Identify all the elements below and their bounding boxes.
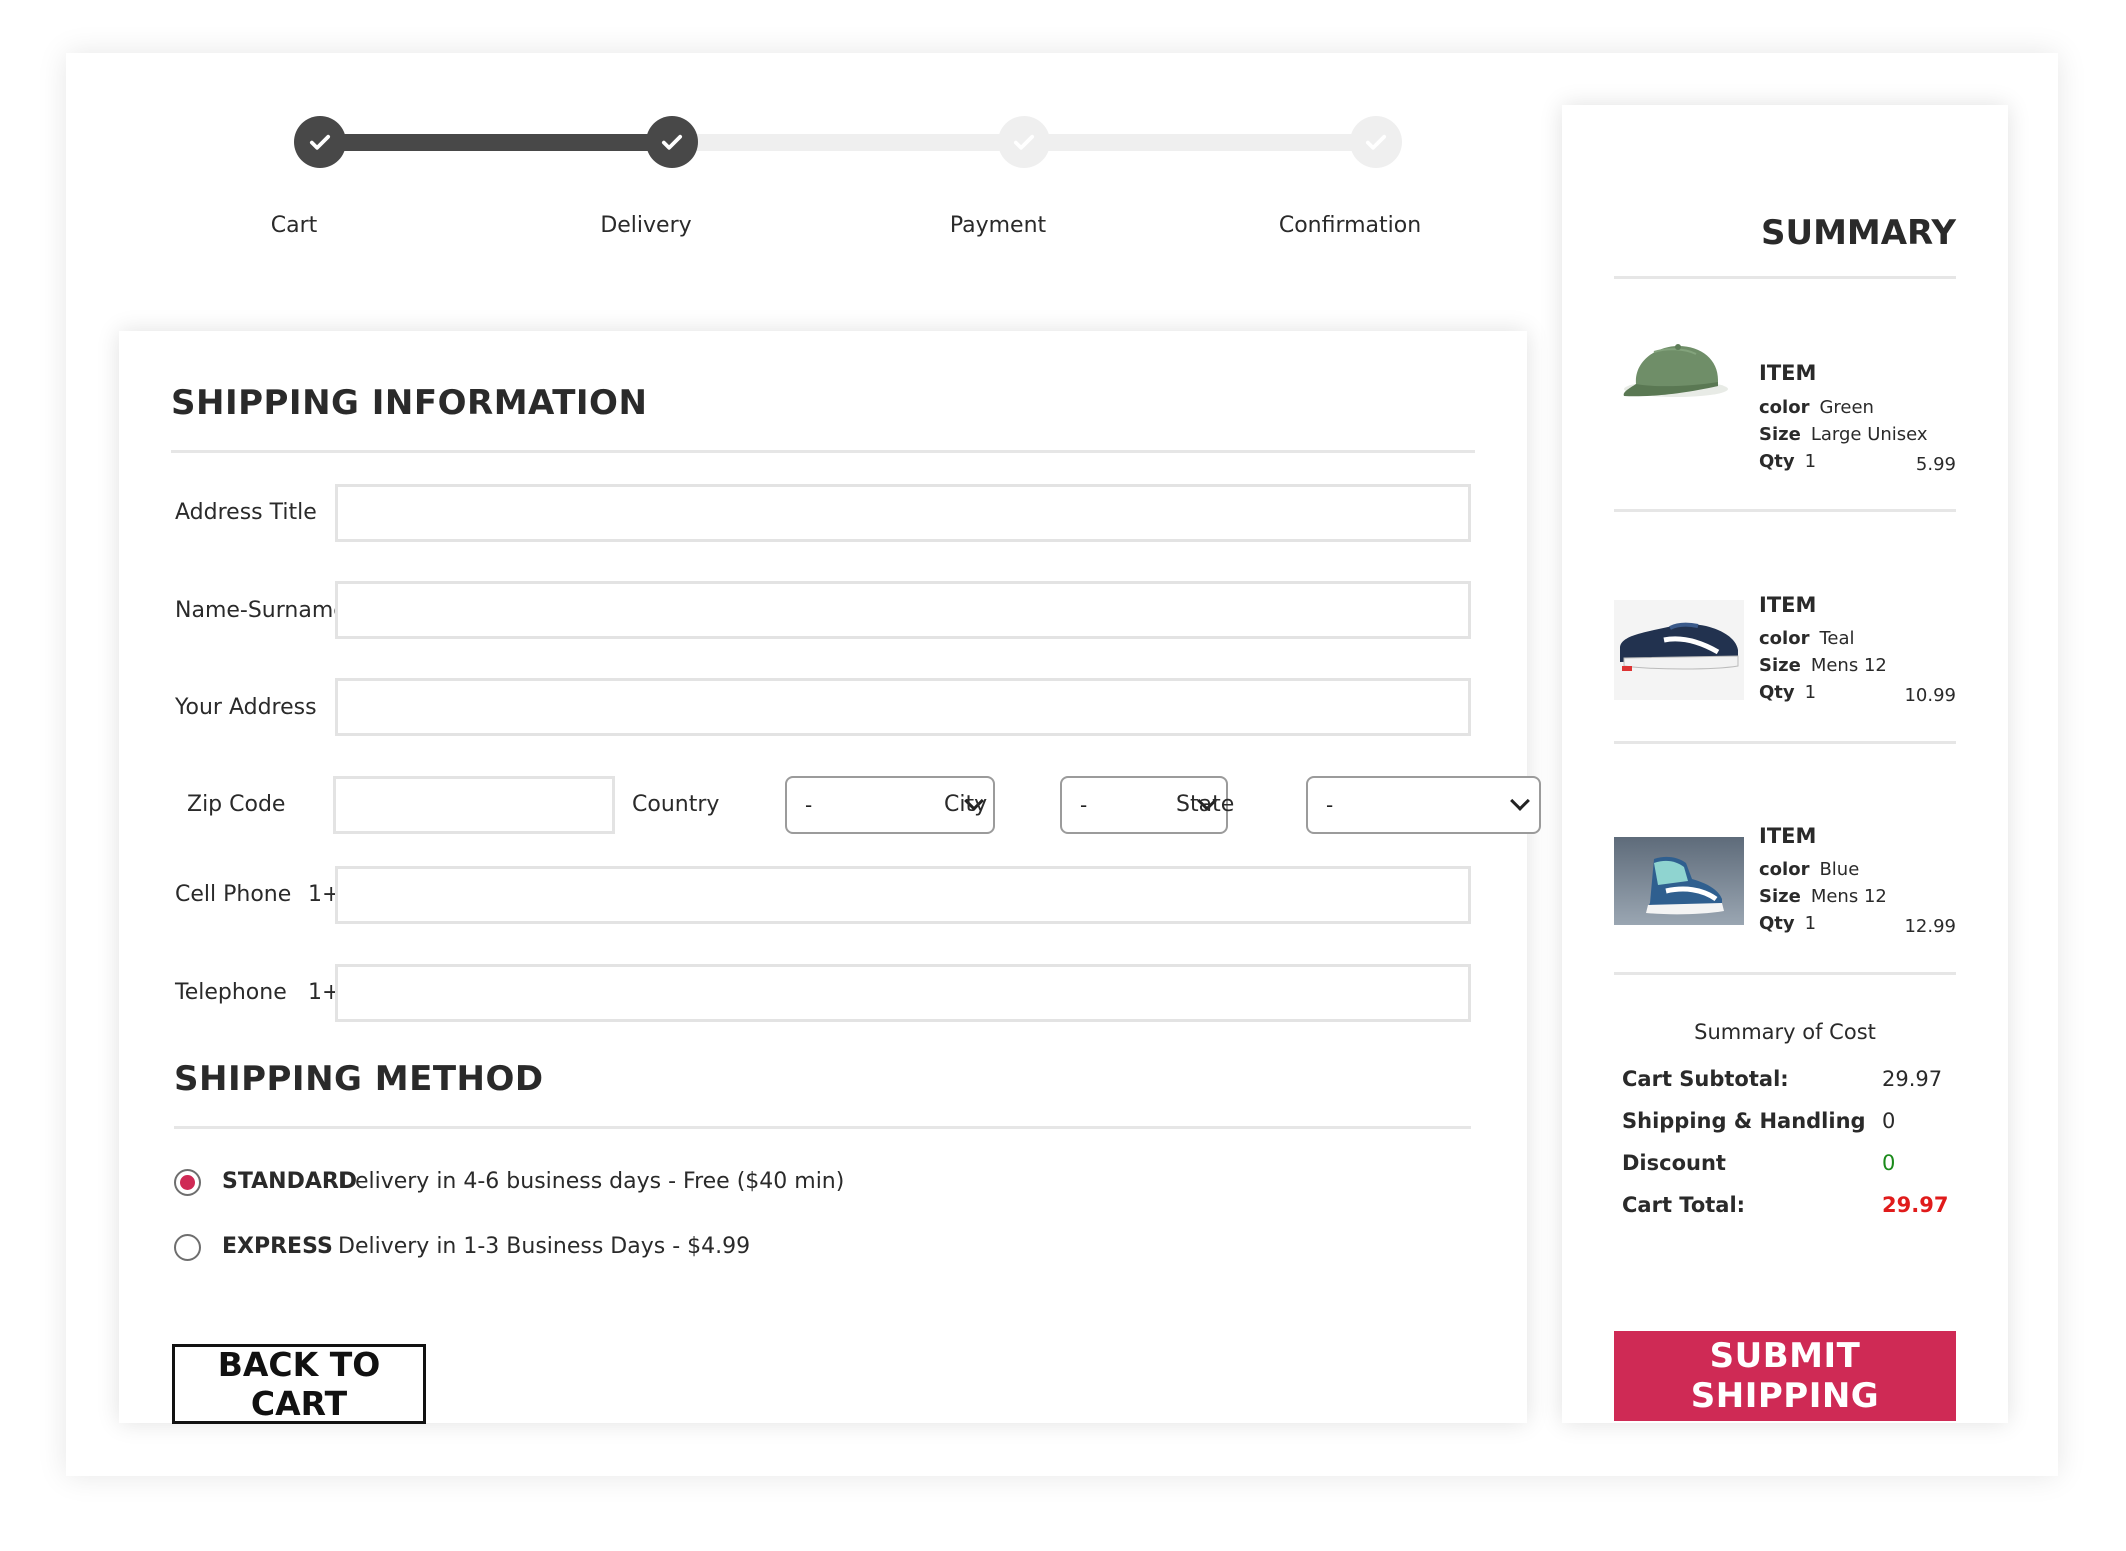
telephone-input[interactable]	[335, 964, 1471, 1022]
express-radio[interactable]	[174, 1234, 201, 1261]
step-connector-3	[1030, 134, 1386, 151]
state-select[interactable]: -	[1306, 776, 1541, 834]
item-3-color-label: color	[1759, 859, 1810, 880]
green-cap-image[interactable]	[1614, 322, 1744, 422]
cell-phone-label: Cell Phone	[175, 882, 292, 907]
step-label-confirmation: Confirmation	[1278, 213, 1422, 238]
shipping-handling-label: Shipping & Handling	[1622, 1109, 1866, 1133]
step-label-cart: Cart	[270, 213, 318, 238]
summary-title: SUMMARY	[1760, 213, 1956, 253]
item-3-qty-label: Qty	[1759, 913, 1795, 934]
country-label: Country	[632, 792, 720, 817]
address-title-input[interactable]	[335, 484, 1471, 542]
item-1-qty: Qty 1	[1759, 451, 1816, 472]
item-2-color-label: color	[1759, 628, 1810, 649]
your-address-label: Your Address	[175, 695, 317, 720]
item-3-color-value: Blue	[1819, 859, 1860, 880]
item-3-color: color Blue	[1759, 859, 1859, 880]
item-1-color: color Green	[1759, 397, 1874, 418]
item-2-qty-value: 1	[1804, 682, 1817, 703]
item-1-title: ITEM	[1759, 361, 1817, 385]
item-divider	[1614, 509, 1956, 512]
navy-sneaker-image[interactable]	[1614, 600, 1744, 700]
item-2-color-value: Teal	[1819, 628, 1855, 649]
cart-subtotal-label: Cart Subtotal:	[1622, 1067, 1789, 1091]
shipping-method-title: SHIPPING METHOD	[174, 1059, 544, 1099]
item-2-size-value: Mens 12	[1810, 655, 1887, 676]
name-surname-label: Name-Surname	[175, 598, 347, 623]
item-divider	[1614, 972, 1956, 975]
address-title-label: Address Title	[175, 500, 317, 525]
cart-subtotal-value: 29.97	[1882, 1067, 1943, 1091]
country-select-value: -	[805, 793, 813, 817]
item-2-qty-label: Qty	[1759, 682, 1795, 703]
item-3-size-value: Mens 12	[1810, 886, 1887, 907]
item-2-price: 10.99	[1904, 685, 1956, 706]
discount-value: 0	[1882, 1151, 1896, 1175]
shipping-method-divider	[174, 1126, 1471, 1129]
city-select-value: -	[1080, 793, 1088, 817]
item-1-size-value: Large Unisex	[1810, 424, 1928, 445]
express-method-desc: Delivery in 1-3 Business Days - $4.99	[338, 1234, 751, 1259]
standard-radio[interactable]	[174, 1169, 201, 1196]
state-select-value: -	[1326, 793, 1334, 817]
express-method-name: EXPRESS	[222, 1234, 333, 1259]
standard-method-desc: Delivery in 4-6 business days - Free ($4…	[338, 1169, 845, 1194]
cell-phone-input[interactable]	[335, 866, 1471, 924]
chevron-down-icon	[1510, 791, 1530, 811]
your-address-input[interactable]	[335, 678, 1471, 736]
blue-high-top-sneaker-image[interactable]	[1614, 837, 1744, 925]
submit-shipping-button[interactable]: SUBMIT SHIPPING	[1614, 1331, 1956, 1421]
shipping-info-divider	[171, 450, 1475, 453]
item-2-size: Size Mens 12	[1759, 655, 1887, 676]
item-2-title: ITEM	[1759, 593, 1817, 617]
cart-total-value: 29.97	[1882, 1193, 1949, 1217]
item-1-size-label: Size	[1759, 424, 1801, 445]
item-1-qty-value: 1	[1804, 451, 1817, 472]
shipping-information-title: SHIPPING INFORMATION	[171, 383, 648, 423]
summary-card: SUMMARY ITEM color Green Size Large Unisex…	[1562, 105, 2008, 1423]
step-connector-1	[326, 134, 682, 151]
item-3-size: Size Mens 12	[1759, 886, 1887, 907]
item-3-qty: Qty 1	[1759, 913, 1816, 934]
item-3-title: ITEM	[1759, 824, 1817, 848]
step-label-delivery: Delivery	[600, 213, 692, 238]
state-label: State	[1176, 792, 1235, 817]
item-1-size: Size Large Unisex	[1759, 424, 1928, 445]
item-1-color-label: color	[1759, 397, 1810, 418]
summary-of-cost-title: Summary of Cost	[1694, 1020, 1876, 1044]
step-delivery-check-icon[interactable]	[646, 116, 698, 168]
item-1-price: 5.99	[1915, 454, 1956, 475]
telephone-label: Telephone	[175, 980, 287, 1005]
cart-total-label: Cart Total:	[1622, 1193, 1746, 1217]
item-2-size-label: Size	[1759, 655, 1801, 676]
shipping-handling-value: 0	[1882, 1109, 1896, 1133]
step-payment-check-icon[interactable]	[998, 116, 1050, 168]
summary-divider	[1614, 276, 1956, 279]
item-3-size-label: Size	[1759, 886, 1801, 907]
item-1-color-value: Green	[1819, 397, 1874, 418]
name-surname-input[interactable]	[335, 581, 1471, 639]
item-2-qty: Qty 1	[1759, 682, 1816, 703]
item-3-qty-value: 1	[1804, 913, 1817, 934]
back-to-cart-button[interactable]: BACK TO CART	[172, 1344, 426, 1424]
step-label-payment: Payment	[949, 213, 1047, 238]
step-cart-check-icon[interactable]	[294, 116, 346, 168]
step-connector-2	[678, 134, 1034, 151]
shipping-form-card: SHIPPING INFORMATION Address Title Name-…	[119, 331, 1541, 1424]
zip-code-input[interactable]	[333, 776, 615, 834]
zip-code-label: Zip Code	[187, 792, 286, 817]
city-label: City	[944, 792, 988, 817]
checkout-panel: Cart Delivery Payment Confirmation SHIPP…	[66, 53, 2058, 1476]
discount-label: Discount	[1622, 1151, 1726, 1175]
item-3-price: 12.99	[1904, 916, 1956, 937]
standard-method-name: STANDARD	[222, 1169, 358, 1194]
item-1-qty-label: Qty	[1759, 451, 1795, 472]
item-divider	[1614, 741, 1956, 744]
item-2-color: color Teal	[1759, 628, 1855, 649]
step-confirmation-check-icon[interactable]	[1350, 116, 1402, 168]
